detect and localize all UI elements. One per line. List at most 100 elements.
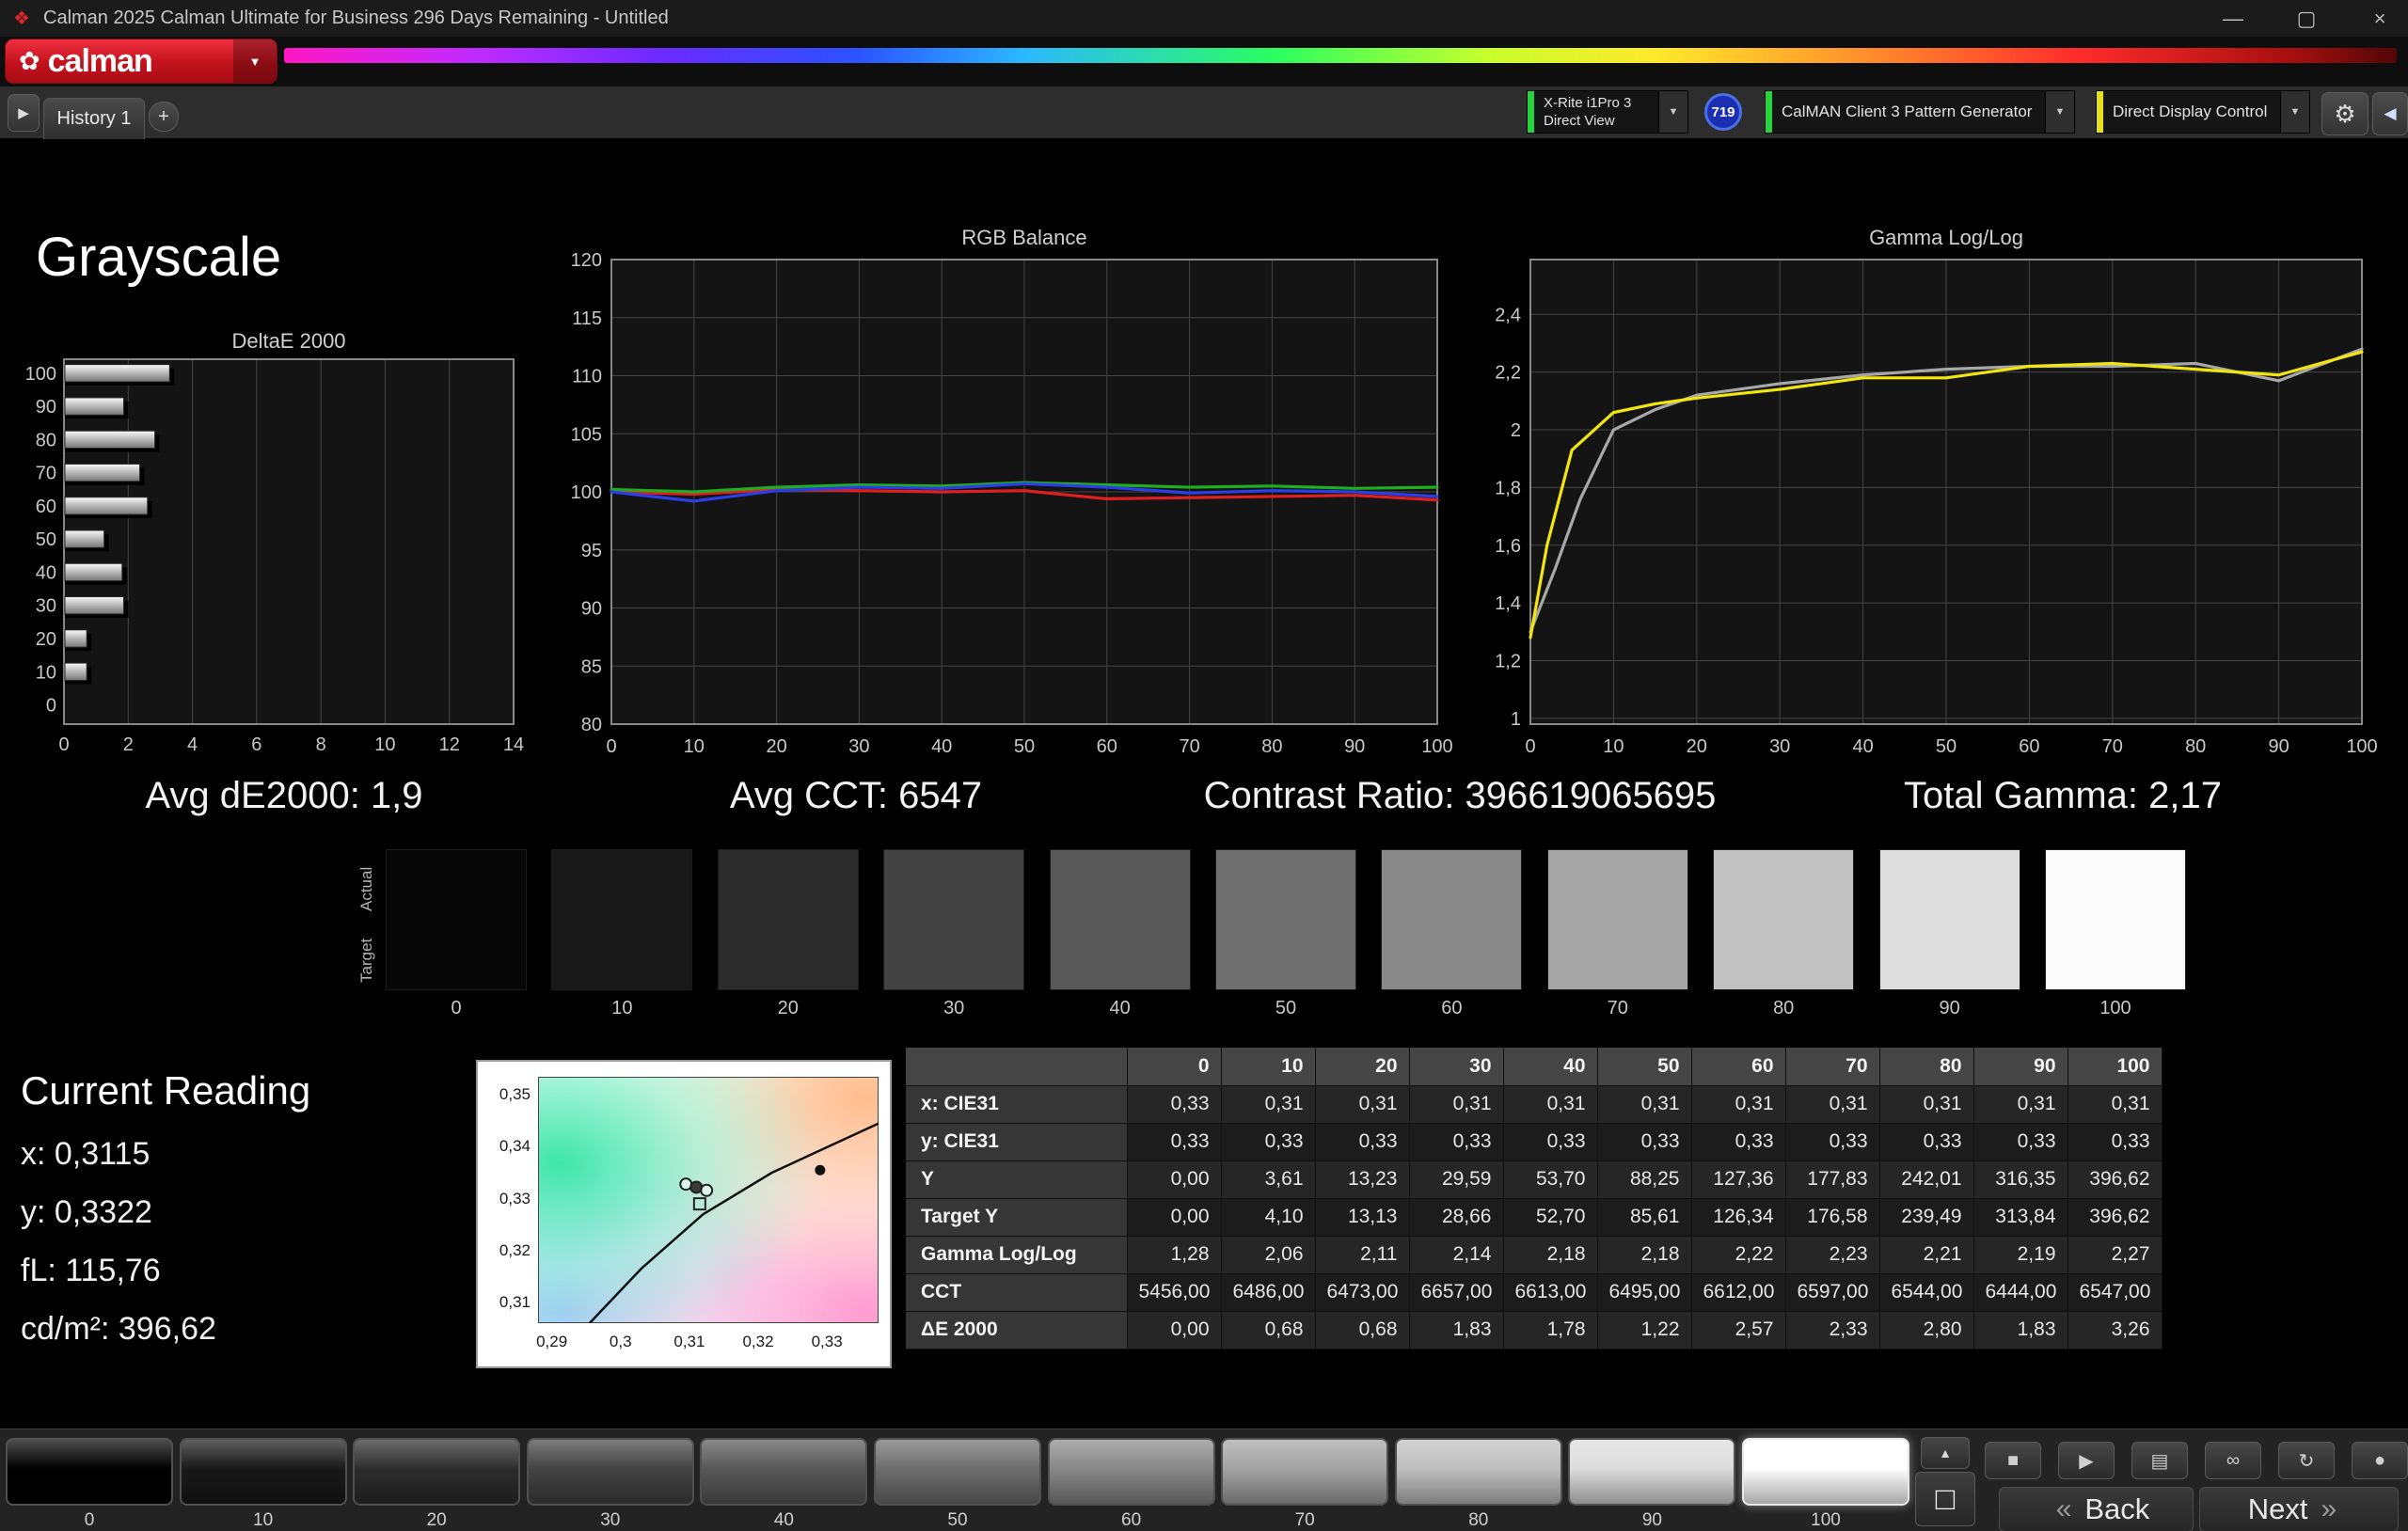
- grayscale-swatch-80: [1713, 849, 1854, 990]
- pattern-patch-100[interactable]: [1742, 1438, 1909, 1506]
- titlebar: ❖ Calman 2025 Calman Ultimate for Busine…: [0, 0, 2408, 37]
- svg-text:10: 10: [374, 734, 395, 755]
- display-control-dropdown[interactable]: Direct Display Control ▼: [2096, 90, 2310, 134]
- reading-cdm2: cd/m²: 396,62: [21, 1311, 216, 1348]
- svg-text:30: 30: [1769, 736, 1790, 757]
- pattern-patch-90[interactable]: [1568, 1438, 1735, 1506]
- table-row: ΔE 20000,000,680,681,831,781,222,572,332…: [906, 1311, 2162, 1349]
- layout-expander-button[interactable]: ▶: [8, 94, 40, 132]
- svg-text:40: 40: [36, 562, 56, 583]
- settings-gear-button[interactable]: ⚙: [2321, 92, 2368, 135]
- pattern-patch-20[interactable]: [353, 1438, 520, 1506]
- current-reading-title: Current Reading: [21, 1068, 310, 1113]
- next-button[interactable]: Next »: [2199, 1487, 2399, 1531]
- svg-text:30: 30: [848, 736, 869, 757]
- close-button[interactable]: ×: [2353, 0, 2406, 37]
- svg-text:2,4: 2,4: [1495, 305, 1521, 325]
- back-label: Back: [2084, 1492, 2149, 1526]
- collapse-panel-button[interactable]: ◀: [2372, 92, 2408, 135]
- swatch-level-label: 90: [1879, 998, 2020, 1019]
- swatch-level-label: 40: [1050, 998, 1191, 1019]
- svg-text:85: 85: [581, 656, 602, 677]
- svg-text:110: 110: [572, 367, 602, 387]
- cie-y-tick: 0,32: [483, 1241, 531, 1260]
- refresh-button[interactable]: ↻: [2278, 1442, 2335, 1479]
- cie-y-tick: 0,33: [483, 1190, 531, 1208]
- svg-text:70: 70: [1179, 736, 1199, 757]
- svg-text:90: 90: [581, 599, 602, 620]
- swatch-level-label: 60: [1381, 998, 1522, 1019]
- meter-dropdown[interactable]: X-Rite i1Pro 3 Direct View ▼: [1527, 90, 1688, 134]
- svg-text:80: 80: [581, 715, 602, 735]
- chevron-down-icon[interactable]: ▼: [2045, 91, 2074, 133]
- eject-button[interactable]: ▲: [1921, 1437, 1970, 1469]
- grayscale-swatch-90: [1879, 849, 2020, 990]
- pattern-tool-button[interactable]: ▤: [2131, 1442, 2188, 1479]
- display-control-name: Direct Display Control: [2113, 103, 2271, 121]
- pattern-patch-60[interactable]: [1048, 1438, 1215, 1506]
- maximize-button[interactable]: ▢: [2280, 0, 2333, 37]
- pattern-patch-label: 10: [180, 1510, 347, 1531]
- reading-x: x: 0,3115: [21, 1136, 150, 1173]
- svg-text:90: 90: [2268, 736, 2289, 757]
- cie-x-tick: 0,31: [663, 1333, 716, 1351]
- pattern-patch-label: 80: [1395, 1510, 1562, 1531]
- continuous-loop-button[interactable]: ∞: [2205, 1442, 2261, 1479]
- pattern-patch-30[interactable]: [527, 1438, 694, 1506]
- calman-menu-button[interactable]: ✿ calman ▼: [5, 39, 277, 84]
- chevron-down-icon[interactable]: ▼: [1658, 91, 1687, 133]
- total-gamma-readout: Total Gamma: 2,17: [1904, 775, 2222, 817]
- stop-button[interactable]: ■: [1985, 1442, 2041, 1479]
- calman-window: ❖ Calman 2025 Calman Ultimate for Busine…: [0, 0, 2408, 1531]
- add-tab-button[interactable]: +: [149, 102, 179, 132]
- table-row: CCT5456,006486,006473,006657,006613,0064…: [906, 1273, 2162, 1311]
- pattern-generator-dropdown[interactable]: CalMAN Client 3 Pattern Generator ▼: [1765, 90, 2075, 134]
- cie-chart: [538, 1077, 879, 1323]
- table-row: Y0,003,6113,2329,5953,7088,25127,36177,8…: [906, 1160, 2162, 1198]
- cie-y-tick: 0,35: [483, 1085, 531, 1104]
- pattern-window-button[interactable]: □: [1915, 1472, 1975, 1526]
- back-button[interactable]: « Back: [1999, 1487, 2194, 1531]
- svg-text:0: 0: [1525, 736, 1535, 757]
- page-title: Grayscale: [36, 226, 281, 289]
- svg-text:6: 6: [251, 734, 261, 755]
- pattern-patch-label: 20: [353, 1510, 520, 1531]
- svg-text:1,4: 1,4: [1495, 593, 1521, 614]
- svg-text:30: 30: [36, 596, 56, 617]
- pattern-patch-10[interactable]: [180, 1438, 347, 1506]
- svg-text:14: 14: [503, 734, 524, 755]
- svg-text:95: 95: [581, 541, 602, 561]
- minimize-button[interactable]: —: [2207, 0, 2259, 37]
- pattern-patch-40[interactable]: [700, 1438, 867, 1506]
- svg-text:115: 115: [572, 308, 602, 329]
- app-diamond-icon: ❖: [13, 7, 30, 30]
- svg-text:120: 120: [571, 250, 602, 271]
- svg-text:50: 50: [1936, 736, 1956, 757]
- swatch-level-label: 50: [1215, 998, 1356, 1019]
- svg-text:105: 105: [571, 424, 602, 445]
- calman-menu-arrow-icon[interactable]: ▼: [233, 39, 277, 83]
- grayscale-swatch-20: [718, 849, 859, 990]
- rgb-balance-chart: 1201151101051009590858001020304050607080…: [564, 235, 1467, 762]
- next-chevron-icon: »: [2321, 1493, 2337, 1525]
- svg-text:80: 80: [2185, 736, 2206, 757]
- rainbow-strip: [284, 48, 2397, 63]
- pattern-patch-70[interactable]: [1221, 1438, 1388, 1506]
- pattern-patch-50[interactable]: [874, 1438, 1041, 1506]
- swatch-level-label: 0: [386, 998, 527, 1019]
- svg-text:0: 0: [606, 736, 616, 757]
- svg-text:40: 40: [1852, 736, 1873, 757]
- pattern-patch-0[interactable]: [6, 1438, 173, 1506]
- tab-history-1[interactable]: History 1: [43, 98, 145, 139]
- chevron-down-icon[interactable]: ▼: [2280, 91, 2309, 133]
- pattern-patch-80[interactable]: [1395, 1438, 1562, 1506]
- grayscale-swatch-30: [883, 849, 1024, 990]
- play-button[interactable]: ▶: [2058, 1442, 2115, 1479]
- svg-text:4: 4: [187, 734, 198, 755]
- gamma-chart: 2,42,221,81,61,41,2101020304050607080901…: [1483, 235, 2408, 762]
- cie-y-tick: 0,34: [483, 1137, 531, 1156]
- record-indicator[interactable]: ●: [2352, 1442, 2408, 1479]
- svg-text:0: 0: [46, 696, 56, 717]
- svg-text:1,2: 1,2: [1495, 651, 1521, 671]
- deltae-chart: 024681012141009080706050403020100: [19, 320, 531, 771]
